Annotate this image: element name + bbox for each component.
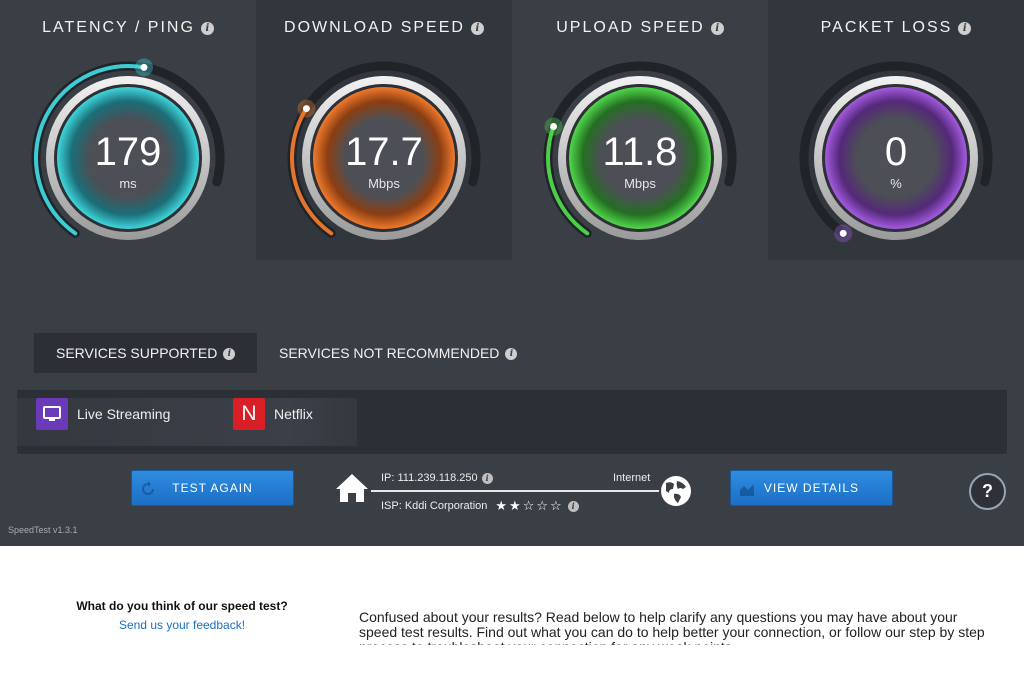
packet-loss-title: PACKET LOSS i — [768, 19, 1024, 37]
info-icon[interactable]: i — [200, 21, 214, 35]
download-unit: Mbps — [368, 176, 400, 191]
feedback-question: What do you think of our speed test? — [76, 599, 288, 613]
service-name: Live Streaming — [77, 406, 171, 422]
test-again-button[interactable]: TEST AGAIN — [131, 470, 294, 506]
version-label: SpeedTest v1.3.1 — [8, 525, 78, 535]
info-icon[interactable]: i — [481, 472, 493, 484]
connection-line — [371, 490, 659, 492]
info-icon[interactable]: i — [470, 21, 484, 35]
gauge-needle-dot — [302, 105, 310, 113]
download-value: 17.7 — [345, 130, 423, 174]
tab-services-not-recommended[interactable]: SERVICES NOT RECOMMENDED i — [257, 333, 539, 373]
packet-loss-gauge: 0 % — [796, 58, 996, 248]
feedback-link[interactable]: Send us your feedback! — [0, 618, 364, 632]
latency-value: 179 — [94, 130, 162, 174]
info-icon[interactable]: i — [505, 348, 518, 361]
speedtest-app: LATENCY / PING i 179 ms DOWNLOAD SPEED i 1… — [0, 0, 1024, 546]
info-icon[interactable]: i — [223, 348, 236, 361]
upload-title: UPLOAD SPEED i — [512, 19, 768, 37]
upload-panel: UPLOAD SPEED i 11.8 Mbps — [512, 0, 768, 260]
service-netflix[interactable]: N Netflix — [233, 398, 313, 430]
upload-unit: Mbps — [624, 176, 656, 191]
internet-label: Internet — [613, 472, 651, 484]
network-info: IP: 111.239.118.250 i Internet ISP: Kddi … — [335, 468, 695, 518]
upload-gauge: 11.8 Mbps — [540, 58, 740, 248]
latency-unit: ms — [119, 176, 137, 191]
download-title: DOWNLOAD SPEED i — [256, 19, 512, 37]
packet-loss-unit: % — [890, 176, 902, 191]
isp-rating: ★★☆☆☆ — [495, 498, 564, 513]
view-details-button[interactable]: VIEW DETAILS — [730, 470, 893, 506]
help-button[interactable]: ? — [969, 473, 1006, 510]
service-live-streaming[interactable]: Live Streaming — [36, 398, 170, 430]
isp-label: ISP: Kddi Corporation ★★☆☆☆ i — [381, 498, 579, 514]
chart-icon — [740, 484, 754, 496]
upload-value: 11.8 — [602, 130, 678, 174]
ip-address: IP: 111.239.118.250 i — [381, 472, 493, 484]
packet-loss-panel: PACKET LOSS i 0 % — [768, 0, 1024, 260]
gauge-needle-dot — [839, 229, 847, 237]
gauge-needle-dot — [140, 63, 148, 71]
packet-loss-value: 0 — [884, 130, 908, 174]
download-gauge: 17.7 Mbps — [284, 58, 484, 248]
tv-icon — [36, 398, 68, 430]
globe-icon — [661, 476, 691, 506]
info-icon[interactable]: i — [710, 21, 724, 35]
info-icon[interactable]: i — [958, 21, 972, 35]
services-panel: Live Streaming N Netflix — [17, 390, 1007, 454]
gauge-needle-dot — [550, 123, 558, 131]
results-help-text: Confused about your results? Read below … — [359, 610, 985, 645]
latency-panel: LATENCY / PING i 179 ms — [0, 0, 256, 260]
refresh-icon — [142, 481, 154, 495]
service-name: Netflix — [274, 406, 313, 422]
latency-gauge: 179 ms — [28, 58, 228, 248]
info-icon[interactable]: i — [567, 500, 579, 512]
netflix-icon: N — [233, 398, 265, 430]
download-panel: DOWNLOAD SPEED i 17.7 Mbps — [256, 0, 512, 260]
latency-title: LATENCY / PING i — [0, 19, 256, 37]
tab-services-supported[interactable]: SERVICES SUPPORTED i — [34, 333, 257, 373]
home-icon — [336, 474, 368, 502]
